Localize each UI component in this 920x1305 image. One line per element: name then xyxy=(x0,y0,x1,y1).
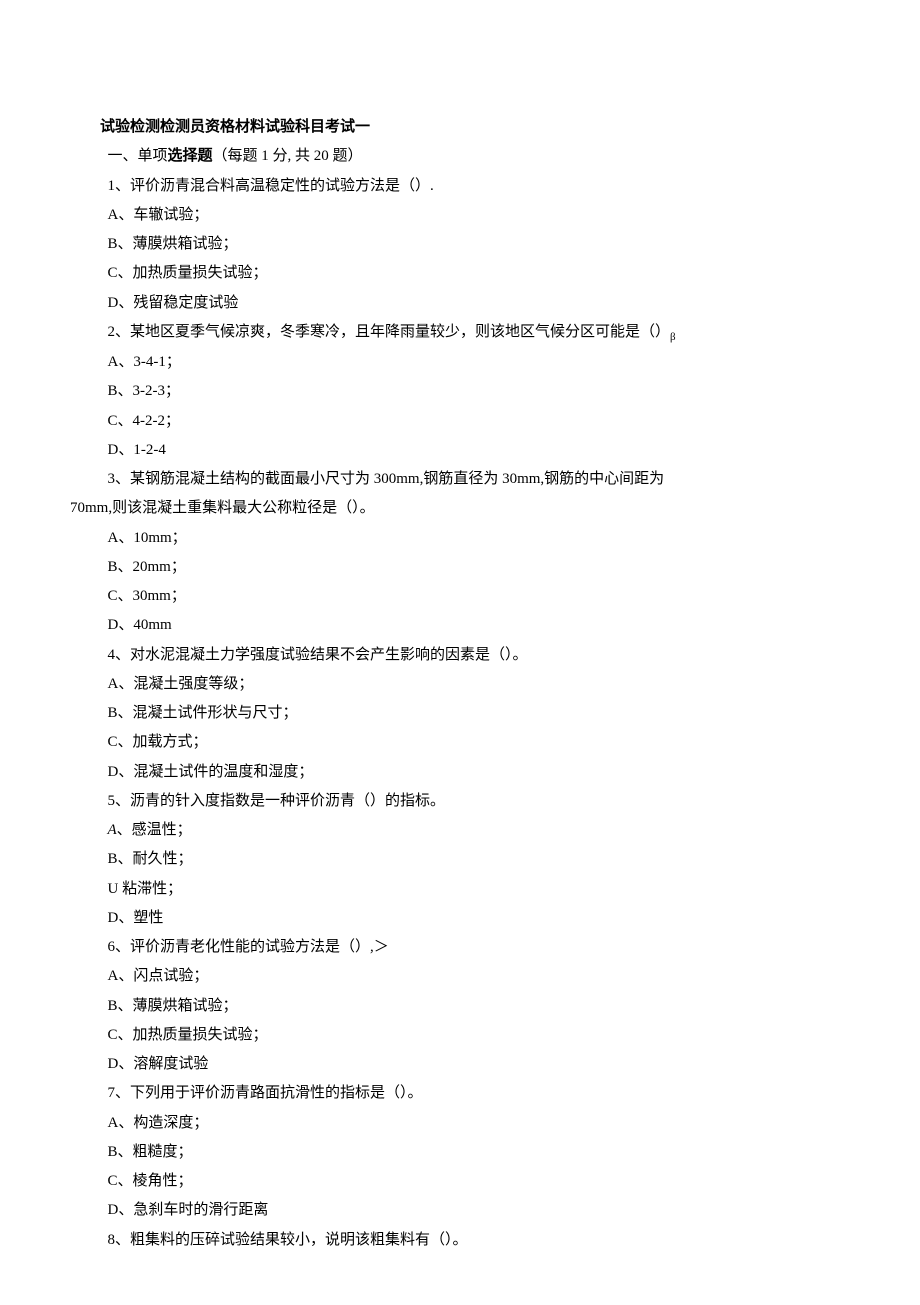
section-bold: 选择题 xyxy=(168,147,213,164)
section-suffix: （每题 1 分, 共 20 题） xyxy=(213,148,363,164)
section-header: 一、单项选择题（每题 1 分, 共 20 题） xyxy=(70,141,850,171)
q4-stem: 4、对水泥混凝土力学强度试验结果不会产生影响的因素是（）。 xyxy=(70,641,850,670)
document-title: 试验检测检测员资格材料试验科目考试一 xyxy=(70,112,850,141)
q1-opt-d: D、残留稳定度试验 xyxy=(70,289,850,318)
q7-stem: 7、下列用于评价沥青路面抗滑性的指标是（）。 xyxy=(70,1079,850,1108)
q5-opt-c-letter: U xyxy=(108,881,119,897)
q7-opt-c: C、棱角性； xyxy=(70,1167,850,1196)
q5-opt-a-letter: A xyxy=(108,822,117,838)
q2-opt-a: A、3-4-1； xyxy=(70,348,850,377)
q3-opt-b: B、20mm； xyxy=(70,553,850,582)
q5-stem: 5、沥青的针入度指数是一种评价沥青（）的指标。 xyxy=(70,787,850,816)
q2-opt-b: B、3-2-3； xyxy=(70,377,850,406)
q4-opt-d: D、混凝土试件的温度和湿度； xyxy=(70,758,850,787)
q1-opt-b: B、薄膜烘箱试验； xyxy=(70,230,850,259)
section-prefix: 一、单项 xyxy=(108,148,168,164)
q3-opt-a: A、10mm； xyxy=(70,524,850,553)
q5-opt-d: D、塑性 xyxy=(70,904,850,933)
q2-opt-c: C、4-2-2； xyxy=(70,407,850,436)
q5-opt-a: A、感温性； xyxy=(70,816,850,845)
q6-opt-c: C、加热质量损失试验； xyxy=(70,1021,850,1050)
exam-document: 试验检测检测员资格材料试验科目考试一 一、单项选择题（每题 1 分, 共 20 … xyxy=(0,0,920,1305)
q1-stem: 1、评价沥青混合料高温稳定性的试验方法是（）. xyxy=(70,172,850,201)
q2-stem: 2、某地区夏季气候凉爽，冬季寒冷，且年降雨量较少，则该地区气候分区可能是（）β xyxy=(70,318,850,348)
q1-opt-a: A、车辙试验； xyxy=(70,201,850,230)
q1-opt-c: C、加热质量损失试验； xyxy=(70,259,850,288)
q6-opt-a: A、闪点试验； xyxy=(70,962,850,991)
q3-opt-c: C、30mm； xyxy=(70,582,850,611)
q5-opt-a-text: 、感温性； xyxy=(117,822,192,838)
q5-opt-c: U 粘滞性； xyxy=(70,875,850,904)
q4-opt-a: A、混凝土强度等级； xyxy=(70,670,850,699)
q3-opt-d: D、40mm xyxy=(70,611,850,640)
q2-opt-d: D、1-2-4 xyxy=(70,436,850,465)
q3-stem-line1: 3、某钢筋混凝土结构的截面最小尺寸为 300mm,钢筋直径为 30mm,钢筋的中… xyxy=(70,465,850,494)
q4-opt-c: C、加载方式； xyxy=(70,728,850,757)
q7-opt-b: B、粗糙度； xyxy=(70,1138,850,1167)
q2-stem-sub: β xyxy=(670,331,676,343)
q3-stem-line2: 70mm,则该混凝土重集料最大公称粒径是（）。 xyxy=(70,494,850,523)
q5-opt-c-text: 粘滞性； xyxy=(118,881,182,897)
q7-opt-a: A、构造深度； xyxy=(70,1109,850,1138)
q4-opt-b: B、混凝土试件形状与尺寸； xyxy=(70,699,850,728)
q6-opt-d: D、溶解度试验 xyxy=(70,1050,850,1079)
q2-stem-prefix: 2、某地区夏季气候凉爽，冬季寒冷，且年降雨量较少，则该地区气候分区可能是（） xyxy=(108,324,671,340)
q8-stem: 8、粗集料的压碎试验结果较小，说明该粗集料有（）。 xyxy=(70,1226,850,1255)
q5-opt-b: B、耐久性； xyxy=(70,845,850,874)
q7-opt-d: D、急刹车时的滑行距离 xyxy=(70,1196,850,1225)
q6-opt-b: B、薄膜烘箱试验； xyxy=(70,992,850,1021)
q6-stem: 6、评价沥青老化性能的试验方法是（）,＞ xyxy=(70,933,850,962)
